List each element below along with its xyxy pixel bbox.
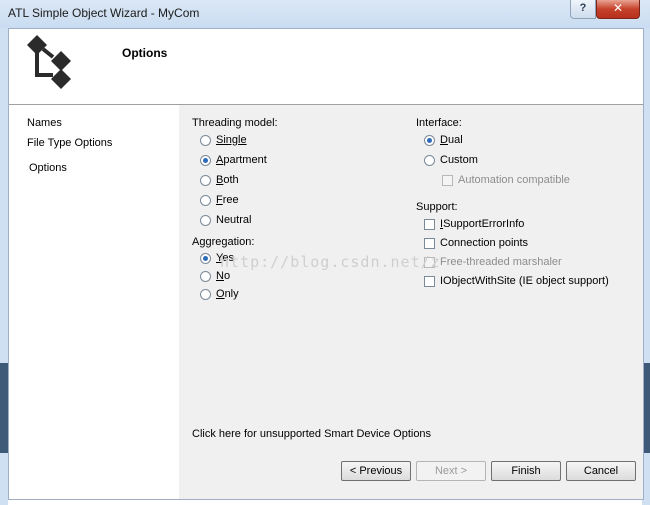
next-button[interactable]: Next >	[416, 461, 486, 481]
radio-circle	[200, 270, 211, 282]
threading-neutral-radio[interactable]: Neutral	[200, 212, 251, 228]
cancel-button[interactable]: Cancel	[566, 461, 636, 481]
threading-both-radio[interactable]: Both	[200, 172, 239, 188]
close-button[interactable]: ✕	[596, 0, 640, 19]
help-button[interactable]: ?	[570, 0, 596, 19]
finish-button[interactable]: Finish	[491, 461, 561, 481]
automation-compatible-checkbox[interactable]: Automation compatible	[442, 172, 570, 188]
isupporterrorinfo-checkbox[interactable]: ISupportErrorInfo	[424, 216, 524, 232]
options-panel: Threading model: Single Apartment Both F…	[180, 105, 643, 499]
smart-device-options-link[interactable]: Click here for unsupported Smart Device …	[192, 428, 431, 440]
support-label: Support:	[416, 201, 458, 213]
window-frame-left	[0, 28, 8, 505]
radio-circle	[424, 134, 435, 146]
radio-circle	[200, 288, 211, 300]
radio-circle	[200, 134, 211, 146]
threading-free-radio[interactable]: Free	[200, 192, 239, 208]
radio-circle	[200, 154, 211, 166]
threading-apartment-radio[interactable]: Apartment	[200, 152, 267, 168]
connection-points-checkbox[interactable]: Connection points	[424, 235, 528, 251]
page-title: Options	[122, 46, 168, 60]
previous-button[interactable]: < Previous	[341, 461, 411, 481]
title-bar: ATL Simple Object Wizard - MyCom ? ✕	[0, 0, 650, 29]
checkbox-box	[424, 275, 435, 287]
sidebar-item-options[interactable]: Options	[29, 162, 67, 174]
iobjectwithsite-checkbox[interactable]: IObjectWithSite (IE object support)	[424, 273, 609, 289]
threading-model-label: Threading model:	[192, 117, 278, 129]
interface-label: Interface:	[416, 117, 462, 129]
interface-dual-radio[interactable]: Dual	[424, 132, 463, 148]
atl-wizard-logo-icon	[27, 35, 71, 89]
aggregation-only-radio[interactable]: Only	[200, 286, 239, 302]
free-threaded-marshaler-checkbox[interactable]: Free-threaded marshaler	[424, 254, 562, 270]
watermark: http://blog.csdn.net/z	[220, 253, 441, 271]
wizard-header: Options	[9, 29, 643, 105]
checkbox-box	[424, 218, 435, 230]
window-title: ATL Simple Object Wizard - MyCom	[8, 6, 200, 20]
wizard-sidebar: Names File Type Options Options	[9, 105, 179, 499]
radio-circle	[200, 194, 211, 206]
sidebar-item-file-type-options[interactable]: File Type Options	[27, 137, 112, 149]
checkbox-box	[442, 174, 453, 186]
checkbox-box	[424, 237, 435, 249]
aggregation-label: Aggregation:	[192, 236, 255, 248]
interface-custom-radio[interactable]: Custom	[424, 152, 478, 168]
threading-single-radio[interactable]: Single	[200, 132, 247, 148]
radio-circle	[200, 174, 211, 186]
radio-circle	[200, 214, 211, 226]
radio-circle	[424, 154, 435, 166]
sidebar-item-names[interactable]: Names	[27, 117, 62, 129]
radio-circle	[200, 252, 211, 264]
